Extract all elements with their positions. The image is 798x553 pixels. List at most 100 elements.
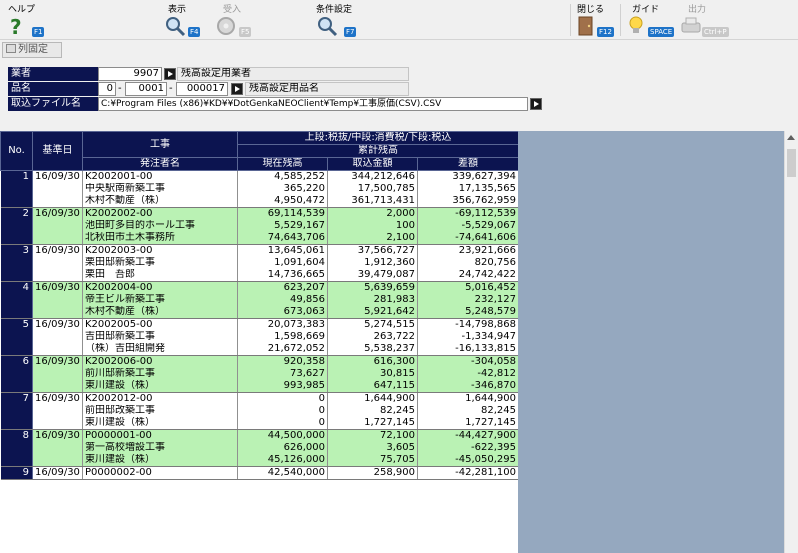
vendor-code-input[interactable]: 9907 — [98, 67, 162, 81]
imported-amount-cell: 616,300 — [327, 355, 418, 368]
condition-button[interactable]: 条件設定 F7 — [316, 0, 372, 40]
project-cell: P0000002-00 — [82, 466, 238, 480]
table-row[interactable]: 東川建設（株） 0 1,727,145 1,727,145 — [0, 417, 518, 430]
difference-cell: 1,727,145 — [417, 417, 518, 430]
table-row[interactable]: 北秋田市土木事務所 74,643,706 2,100 -74,641,606 — [0, 232, 518, 245]
table-row[interactable]: 帝王ビル新築工事 49,856 281,983 232,127 — [0, 294, 518, 306]
vertical-scrollbar[interactable] — [784, 131, 798, 553]
project-cell: （株）吉田組開発 — [82, 343, 238, 356]
current-balance-cell: 0 — [237, 405, 328, 417]
table-row[interactable]: 池田町多目的ホール工事 5,529,167 100 -5,529,067 — [0, 220, 518, 232]
current-balance-cell: 21,672,052 — [237, 343, 328, 356]
help-label: ヘルプ — [8, 5, 36, 15]
row-number — [0, 331, 33, 343]
project-cell: P0000001-00 — [82, 429, 238, 442]
table-row[interactable]: 栗田 吾郎 14,736,665 39,479,087 24,742,422 — [0, 269, 518, 282]
table-row[interactable]: 5 16/09/30 K2002005-00 20,073,383 5,274,515-… — [0, 318, 518, 331]
table-row[interactable]: 木村不動産（株） 673,063 5,921,642 5,248,579 — [0, 306, 518, 319]
table-row[interactable]: 中央駅南新築工事 365,220 17,500,785 17,135,565 — [0, 183, 518, 195]
difference-cell: -304,058 — [417, 355, 518, 368]
date-cell — [32, 380, 83, 393]
table-row[interactable]: 4 16/09/30 K2002004-00 623,207 5,639,659 5,01… — [0, 281, 518, 294]
table-row[interactable]: 栗田邸新築工事 1,091,604 1,912,360 820,756 — [0, 257, 518, 269]
row-number: 3 — [0, 244, 33, 257]
current-header: 現在残高 — [237, 157, 328, 171]
date-cell — [32, 220, 83, 232]
empty-panel — [518, 131, 784, 553]
door-icon — [578, 16, 593, 36]
dash-separator: - — [169, 83, 173, 94]
item-picker-button[interactable] — [231, 83, 243, 95]
table-row[interactable]: 8 16/09/30 P0000001-00 44,500,000 72,100 -44,… — [0, 429, 518, 442]
row-number: 8 — [0, 429, 33, 442]
help-button[interactable]: ヘルプ ? F1 — [8, 0, 48, 40]
project-cell: K2002012-00 — [82, 392, 238, 405]
date-cell — [32, 331, 83, 343]
table-row[interactable]: 9 16/09/30 P0000002-00 42,540,000 258,900 -42… — [0, 466, 518, 480]
row-number: 4 — [0, 281, 33, 294]
difference-cell: 339,627,394 — [417, 170, 518, 183]
current-balance-cell: 45,126,000 — [237, 454, 328, 467]
view-button[interactable]: 表示 F4 — [164, 0, 204, 40]
current-balance-cell: 14,736,665 — [237, 269, 328, 282]
import-file-picker-button[interactable] — [530, 98, 542, 110]
row-number — [0, 306, 33, 319]
item-code1-input[interactable]: 0 — [98, 82, 116, 96]
table-row[interactable]: （株）吉田組開発 21,672,052 5,538,237 -16,133,815 — [0, 343, 518, 356]
scroll-thumb[interactable] — [787, 149, 796, 177]
vendor-name-field: 残高設定用業者 — [177, 67, 409, 81]
row-number: 1 — [0, 170, 33, 183]
date-cell — [32, 454, 83, 467]
table-row[interactable]: 東川建設（株） 45,126,000 75,705 -45,050,295 — [0, 454, 518, 467]
table-row[interactable]: 東川建設（株） 993,985 647,115 -346,870 — [0, 380, 518, 393]
imported-amount-cell: 1,912,360 — [327, 257, 418, 269]
table-row[interactable]: 前川邸新築工事 73,627 30,815 -42,812 — [0, 368, 518, 380]
difference-cell: 232,127 — [417, 294, 518, 306]
magnifier-icon — [166, 17, 186, 37]
row-number — [0, 380, 33, 393]
receive-button[interactable]: 受入 F5 — [215, 0, 255, 40]
project-cell: K2002005-00 — [82, 318, 238, 331]
close-button[interactable]: 閉じる F12 — [575, 0, 615, 40]
vendor-picker-button[interactable] — [164, 68, 176, 80]
grid-icon — [6, 44, 16, 53]
table-row[interactable]: 第一高校増設工事 626,000 3,605 -622,395 — [0, 442, 518, 454]
output-button[interactable]: 出力 Ctrl+P — [680, 0, 729, 40]
item-code3-input[interactable]: 000017 — [176, 82, 228, 96]
import-file-input[interactable]: C:¥Program Files (x86)¥KD¥¥DotGenkaNEOCl… — [98, 97, 528, 111]
current-balance-cell: 4,950,472 — [237, 195, 328, 208]
current-balance-cell: 0 — [237, 417, 328, 430]
imported-header: 取込金額 — [327, 157, 418, 171]
row-number: 2 — [0, 207, 33, 220]
current-balance-cell: 920,358 — [237, 355, 328, 368]
project-cell: 東川建設（株） — [82, 417, 238, 430]
current-balance-cell: 1,598,669 — [237, 331, 328, 343]
vendor-row: 業者 9907 残高設定用業者 — [8, 67, 409, 81]
imported-amount-cell: 72,100 — [327, 429, 418, 442]
difference-cell: -5,529,067 — [417, 220, 518, 232]
table-row[interactable]: 吉田邸新築工事 1,598,669 263,722 -1,334,947 — [0, 331, 518, 343]
date-cell: 16/09/30 — [32, 429, 83, 442]
table-row[interactable]: 1 16/09/30 K2002001-00 4,585,252 344,212,646… — [0, 170, 518, 183]
table-row[interactable]: 6 16/09/30 K2002006-00 920,358 616,300 -304,0… — [0, 355, 518, 368]
imported-amount-cell: 2,000 — [327, 207, 418, 220]
date-cell: 16/09/30 — [32, 392, 83, 405]
output-key: Ctrl+P — [702, 27, 729, 37]
table-row[interactable]: 3 16/09/30 K2002003-00 13,645,061 37,566,727… — [0, 244, 518, 257]
imported-amount-cell: 1,727,145 — [327, 417, 418, 430]
date-cell — [32, 343, 83, 356]
table-row[interactable]: 前田邸改築工事 0 82,245 82,245 — [0, 405, 518, 417]
project-cell: 前田邸改築工事 — [82, 405, 238, 417]
date-cell — [32, 269, 83, 282]
guide-button[interactable]: ガイド SPACE — [626, 0, 675, 40]
difference-cell: 820,756 — [417, 257, 518, 269]
table-row[interactable]: 木村不動産（株） 4,950,472 361,713,431 356,762,959 — [0, 195, 518, 208]
fix-columns-button[interactable]: 列固定 — [2, 42, 62, 58]
table-row[interactable]: 2 16/09/30 K2002002-00 69,114,539 2,000 -69,1… — [0, 207, 518, 220]
imported-amount-cell: 37,566,727 — [327, 244, 418, 257]
import-file-label: 取込ファイル名 — [8, 97, 98, 111]
row-number — [0, 442, 33, 454]
item-code2-input[interactable]: 0001 — [125, 82, 167, 96]
table-row[interactable]: 7 16/09/30 K2002012-00 0 1,644,900 1,644,900 — [0, 392, 518, 405]
scroll-up-arrow-icon[interactable] — [787, 135, 795, 140]
